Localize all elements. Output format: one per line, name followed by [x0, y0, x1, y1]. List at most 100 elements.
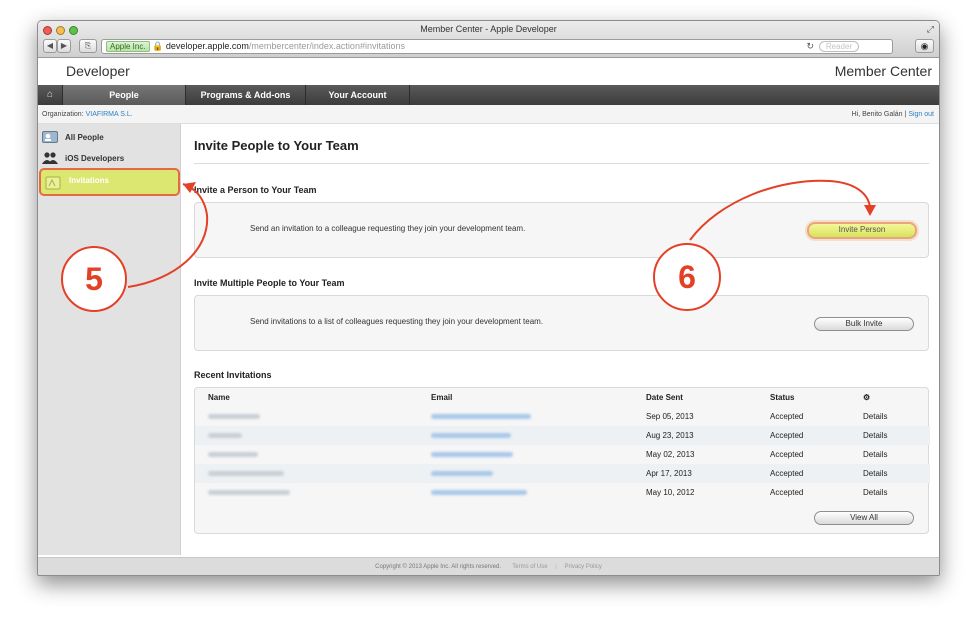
- invite-person-button[interactable]: Invite Person: [807, 222, 917, 239]
- details-link[interactable]: Details: [850, 426, 930, 445]
- sidebar-item-ios-developers[interactable]: iOS Developers: [38, 148, 181, 169]
- date-sent-cell: Sep 05, 2013: [646, 412, 694, 421]
- status-cell: Accepted: [770, 412, 804, 421]
- invite-person-panel: Send an invitation to a colleague reques…: [194, 202, 929, 258]
- site-header: Developer Member Center: [38, 58, 939, 85]
- back-arrow-icon: ◀: [46, 41, 54, 50]
- browser-titlebar: Member Center - Apple Developer ⤢ ◀ ▶ ⎘ …: [38, 21, 939, 58]
- reader-button[interactable]: Reader: [819, 41, 859, 52]
- terms-of-use-link[interactable]: Terms of Use: [512, 564, 547, 570]
- invitation-icon: [45, 176, 61, 190]
- window-title: Member Center - Apple Developer: [420, 24, 557, 34]
- invite-multiple-heading: Invite Multiple People to Your Team: [194, 278, 345, 288]
- invite-multiple-panel: Send invitations to a list of colleagues…: [194, 295, 929, 351]
- step-5-callout: 5: [61, 246, 127, 312]
- settings-gear-icon[interactable]: ⚙: [850, 388, 930, 407]
- name-cell-redacted: [195, 464, 418, 483]
- email-cell-redacted[interactable]: [418, 445, 633, 464]
- details-link[interactable]: Details: [850, 464, 930, 483]
- sidebar-item-label: iOS Developers: [65, 154, 125, 163]
- column-header-status[interactable]: Status: [757, 388, 850, 407]
- group-icon: [42, 152, 58, 164]
- organization-name[interactable]: VIAFIRMA S.L.: [86, 111, 133, 118]
- share-icon: ⎘: [84, 41, 92, 50]
- details-link[interactable]: Details: [850, 445, 930, 464]
- top-navigation: ⌂ People Programs & Add-ons Your Account: [38, 85, 939, 105]
- page-title: Invite People to Your Team: [194, 138, 359, 153]
- email-cell-redacted[interactable]: [418, 407, 633, 426]
- reload-icon[interactable]: ↻: [806, 40, 814, 53]
- email-cell-redacted[interactable]: [418, 483, 633, 502]
- people-card-icon: [42, 131, 58, 143]
- bulk-invite-button[interactable]: Bulk Invite: [814, 317, 914, 331]
- column-header-name[interactable]: Name: [195, 388, 418, 407]
- date-sent-cell: Aug 23, 2013: [633, 426, 757, 445]
- date-sent-cell: May 02, 2013: [646, 450, 695, 459]
- tab-programs-addons[interactable]: Programs & Add-ons: [186, 85, 306, 105]
- sign-out-link[interactable]: Sign out: [908, 111, 934, 118]
- back-button[interactable]: ◀: [43, 39, 57, 53]
- name-cell-redacted: [195, 483, 418, 502]
- copyright-text: Copyright © 2013 Apple Inc. All rights r…: [375, 564, 501, 570]
- member-center-title: Member Center: [834, 63, 932, 79]
- title-divider: [194, 163, 929, 164]
- name-cell-redacted: [195, 426, 418, 445]
- details-link[interactable]: Details: [850, 483, 930, 502]
- table-row: May 10, 2012 Accepted Details: [195, 483, 930, 502]
- address-bar[interactable]: Apple Inc. 🔒 developer.apple.com/memberc…: [101, 39, 893, 54]
- sidebar-item-label: Invitations: [69, 176, 110, 185]
- status-cell: Accepted: [757, 464, 850, 483]
- table-row: Aug 23, 2013 Accepted Details: [195, 426, 930, 445]
- tab-people[interactable]: People: [63, 85, 186, 105]
- invite-multiple-description: Send invitations to a list of colleagues…: [250, 317, 544, 326]
- column-header-date-sent[interactable]: Date Sent: [633, 388, 757, 407]
- privacy-policy-link[interactable]: Privacy Policy: [564, 564, 601, 570]
- tab-your-account[interactable]: Your Account: [306, 85, 410, 105]
- email-cell-redacted[interactable]: [418, 464, 633, 483]
- page-footer: Copyright © 2013 Apple Inc. All rights r…: [38, 557, 939, 575]
- url-path: /membercenter/index.action#invitations: [248, 41, 405, 51]
- organization-bar: Organization: VIAFIRMA S.L. Hi, Benito G…: [38, 105, 939, 124]
- table-header-row: Name Email Date Sent Status ⚙: [195, 388, 930, 407]
- share-button[interactable]: ⎘: [79, 39, 97, 53]
- organization-label: Organization:: [42, 111, 84, 118]
- name-cell-redacted: [195, 445, 418, 464]
- recent-invitations-panel: Name Email Date Sent Status ⚙ Sep 05, 20…: [194, 387, 930, 534]
- sidebar: All People iOS Developers Invitations: [38, 124, 181, 555]
- extension-button[interactable]: ◉: [915, 39, 934, 53]
- table-row: Apr 17, 2013 Accepted Details: [195, 464, 930, 483]
- recent-invitations-heading: Recent Invitations: [194, 370, 272, 380]
- table-row: May 02, 2013 Accepted Details: [195, 445, 930, 464]
- forward-button[interactable]: ▶: [57, 39, 71, 53]
- home-icon[interactable]: ⌂: [38, 85, 63, 105]
- sidebar-item-all-people[interactable]: All People: [38, 127, 181, 148]
- invitations-table: Name Email Date Sent Status ⚙ Sep 05, 20…: [195, 388, 930, 502]
- ev-certificate-badge: Apple Inc.: [106, 41, 150, 52]
- url-host: developer.apple.com: [165, 41, 249, 51]
- user-greeting: Hi, Benito Galán: [851, 111, 903, 118]
- fullscreen-icon[interactable]: ⤢: [927, 24, 934, 35]
- extension-icon: ◉: [920, 41, 929, 51]
- status-cell: Accepted: [770, 488, 804, 497]
- developer-brand[interactable]: Developer: [66, 63, 130, 79]
- browser-window: Member Center - Apple Developer ⤢ ◀ ▶ ⎘ …: [37, 20, 940, 576]
- table-row: Sep 05, 2013 Accepted Details: [195, 407, 930, 426]
- date-sent-cell: May 10, 2012: [646, 488, 695, 497]
- invite-person-heading: Invite a Person to Your Team: [194, 185, 317, 195]
- column-header-email[interactable]: Email: [418, 388, 633, 407]
- status-cell: Accepted: [757, 426, 850, 445]
- invite-person-description: Send an invitation to a colleague reques…: [250, 224, 526, 233]
- date-sent-cell: Apr 17, 2013: [633, 464, 757, 483]
- lock-icon: 🔒: [152, 41, 164, 51]
- email-cell-redacted[interactable]: [418, 426, 633, 445]
- greeting-divider: |: [904, 111, 907, 118]
- view-all-button[interactable]: View All: [814, 511, 914, 525]
- forward-arrow-icon: ▶: [60, 41, 68, 50]
- status-cell: Accepted: [770, 450, 804, 459]
- footer-divider: |: [555, 564, 557, 570]
- details-link[interactable]: Details: [850, 407, 930, 426]
- sidebar-item-invitations[interactable]: Invitations: [39, 168, 180, 196]
- sidebar-item-label: All People: [65, 133, 104, 142]
- name-cell-redacted: [195, 407, 418, 426]
- step-6-callout: 6: [653, 243, 721, 311]
